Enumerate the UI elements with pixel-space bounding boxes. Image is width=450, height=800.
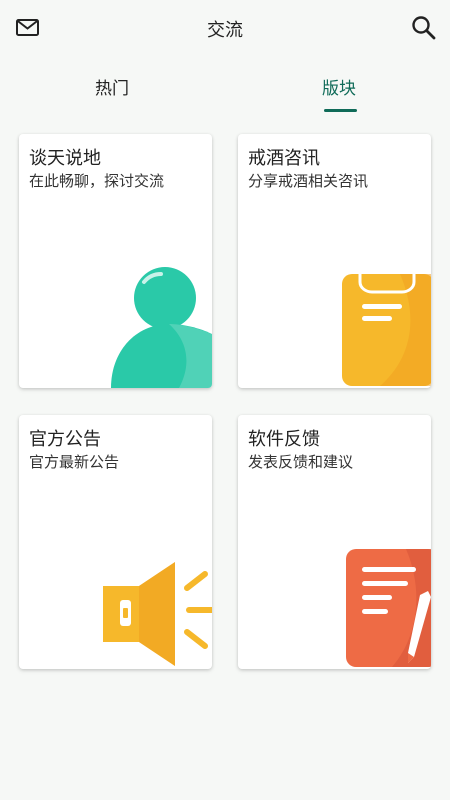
clipboard-icon [340, 270, 431, 388]
top-bar: 交流 [0, 0, 450, 56]
card-title: 软件反馈 [248, 429, 320, 450]
tab-bar: 热门 版块 [0, 62, 450, 114]
card-sobriety-news[interactable]: 戒酒咨讯 分享戒酒相关咨讯 [238, 134, 431, 388]
notepad-pen-icon [344, 547, 431, 669]
card-title: 谈天说地 [29, 148, 101, 169]
card-feedback[interactable]: 软件反馈 发表反馈和建议 [238, 415, 431, 669]
card-subtitle: 分享戒酒相关咨讯 [248, 172, 369, 190]
card-chat[interactable]: 谈天说地 在此畅聊，探讨交流 [19, 134, 212, 388]
app-root: 交流 热门 版块 谈天说地 在此畅聊，探讨交流 戒酒咨讯 分享戒酒相关咨讯 官方… [0, 0, 450, 800]
user-icon [109, 262, 212, 388]
tab-hot[interactable]: 热门 [52, 74, 172, 99]
card-title: 官方公告 [29, 429, 101, 450]
active-tab-indicator [324, 109, 357, 112]
megaphone-icon [101, 558, 212, 669]
card-subtitle: 在此畅聊，探讨交流 [29, 172, 165, 190]
card-subtitle: 官方最新公告 [29, 453, 120, 471]
tab-sections[interactable]: 版块 [279, 74, 399, 99]
page-title: 交流 [207, 20, 243, 41]
card-subtitle: 发表反馈和建议 [248, 453, 354, 471]
card-announcements[interactable]: 官方公告 官方最新公告 [19, 415, 212, 669]
card-title: 戒酒咨讯 [248, 148, 320, 169]
search-icon[interactable] [410, 14, 438, 42]
